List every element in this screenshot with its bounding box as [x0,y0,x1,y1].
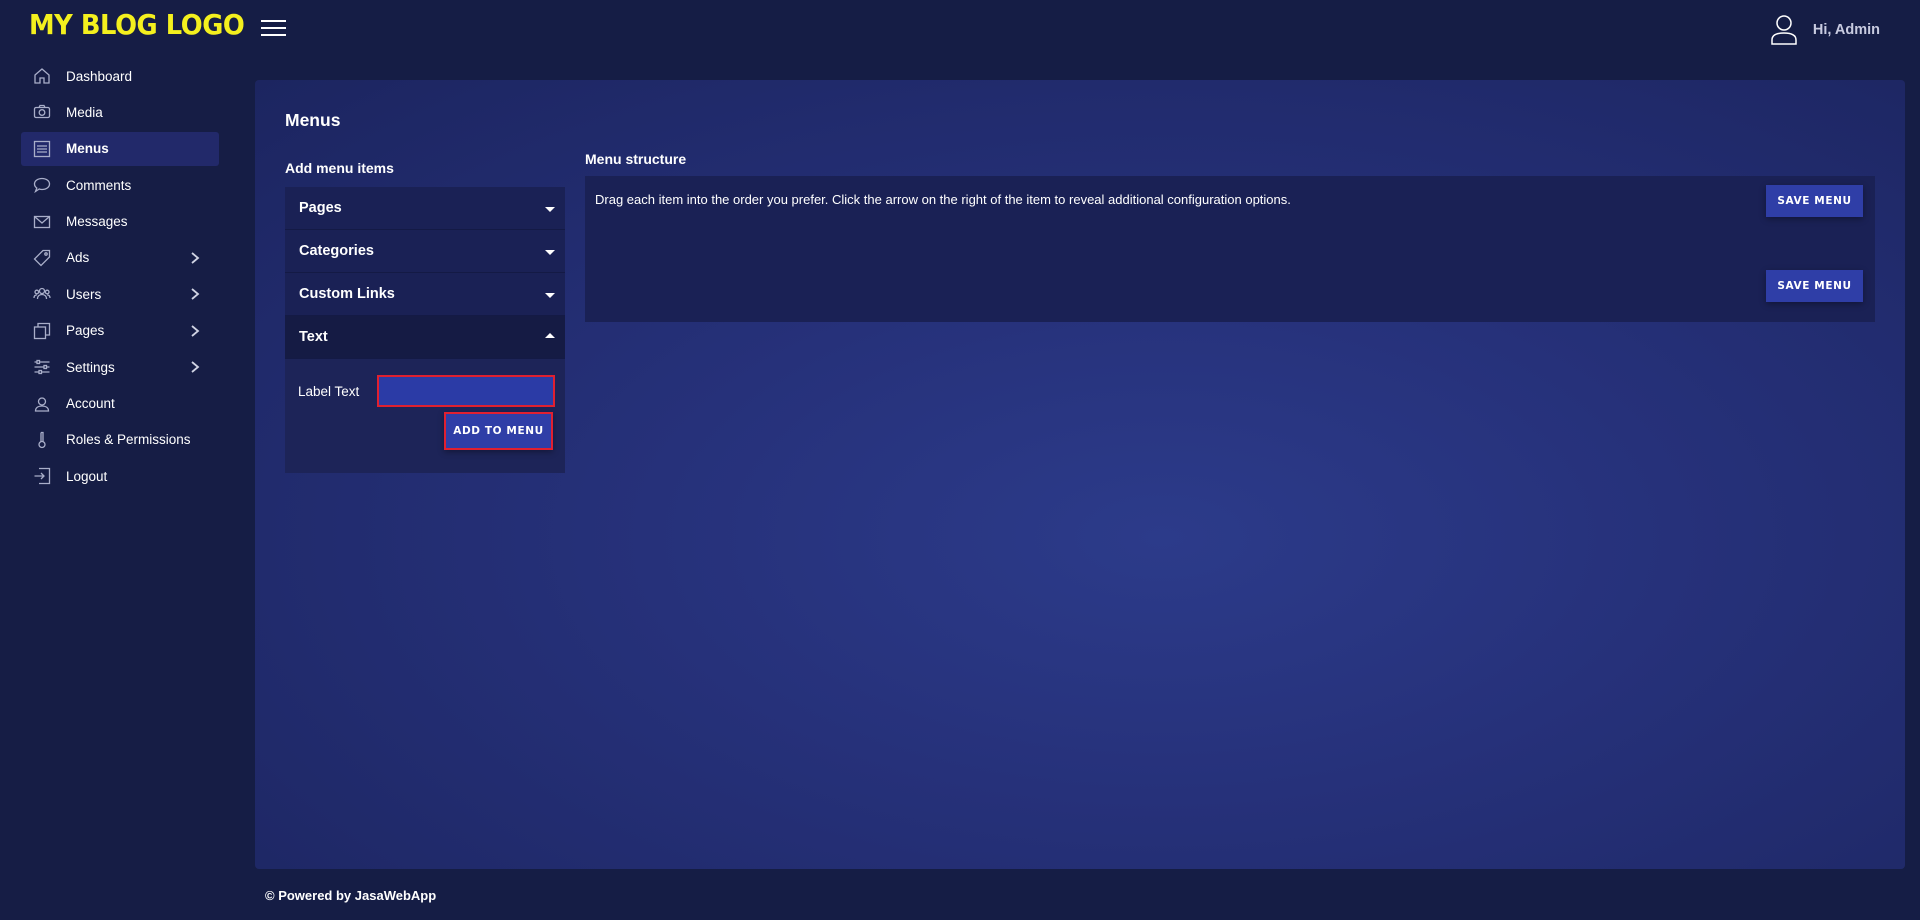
sidebar-item-label: Pages [66,323,105,339]
accordion-text[interactable]: Text [285,316,565,359]
sidebar-item-label: Ads [66,250,90,266]
accordion-label: Categories [299,243,374,259]
menu-structure-heading: Menu structure [585,151,687,167]
sidebar-item-roles-permissions[interactable]: Roles & Permissions [21,423,219,457]
hamburger-line [261,34,286,36]
sidebar-item-label: Messages [66,214,128,230]
sidebar-item-ads[interactable]: Ads [21,241,219,275]
menu-list-icon [33,140,51,158]
logout-icon [33,467,51,485]
user-avatar-icon [1771,15,1797,45]
menu-structure-panel: Drag each item into the order you prefer… [585,176,1875,322]
user-greeting: Hi, Admin [1812,22,1880,38]
save-menu-button-bottom[interactable]: SAVE MENU [1766,270,1863,302]
hamburger-menu-button[interactable] [261,20,286,36]
add-to-menu-button[interactable]: ADD TO MENU [444,412,553,450]
sidebar-item-label: Dashboard [66,68,133,84]
caret-down-icon [545,293,555,298]
home-icon [33,67,51,85]
chevron-right-icon[interactable] [189,251,201,268]
users-icon [33,285,51,303]
sidebar-item-label: Logout [66,468,108,484]
user-icon [33,395,51,413]
footer-credit: © Powered by JasaWebApp [265,888,437,903]
save-menu-button-top[interactable]: SAVE MENU [1766,185,1863,217]
sidebar-nav: Dashboard Media Menus Comments Messages [21,59,219,496]
accordion-pages[interactable]: Pages [285,187,565,230]
sidebar-item-media[interactable]: Media [21,95,219,129]
sidebar-item-settings[interactable]: Settings [21,350,219,384]
accordion-custom-links[interactable]: Custom Links [285,273,565,316]
add-menu-items-accordion: Pages Categories Custom Links Text Label… [285,187,565,473]
accordion-label: Custom Links [299,286,395,302]
sidebar-item-label: Roles & Permissions [66,432,191,448]
tag-icon [33,249,51,267]
user-menu[interactable]: Hi, Admin [1769,14,1880,46]
label-text-input[interactable] [377,375,555,407]
pages-icon [33,322,51,340]
hamburger-line [261,27,286,29]
hamburger-line [261,20,286,22]
label-text-label: Label Text [298,384,360,399]
main-content: Menus Add menu items Pages Categories Cu… [255,80,1905,869]
sidebar-item-comments[interactable]: Comments [21,168,219,202]
sliders-icon [33,358,51,376]
sidebar-item-logout[interactable]: Logout [21,459,219,493]
brand-logo[interactable]: MY BLOG LOGO [29,8,245,41]
chevron-right-icon[interactable] [189,360,201,377]
sidebar-item-users[interactable]: Users [21,277,219,311]
sidebar-item-account[interactable]: Account [21,387,219,421]
page-title: Menus [285,110,341,130]
sidebar-item-label: Media [66,104,103,120]
camera-icon [33,103,51,121]
chevron-right-icon[interactable] [189,324,201,341]
sidebar-item-label: Account [66,396,115,412]
envelope-icon [33,213,51,231]
sidebar-item-label: Users [66,286,102,302]
caret-down-icon [545,207,555,212]
caret-down-icon [545,250,555,255]
key-icon [33,431,51,449]
sidebar-item-menus[interactable]: Menus [21,131,219,166]
caret-up-icon [545,333,555,338]
accordion-categories[interactable]: Categories [285,230,565,273]
sidebar-item-label: Menus [66,141,109,157]
sidebar-item-dashboard[interactable]: Dashboard [21,59,219,93]
comment-icon [33,176,51,194]
accordion-label: Text [299,329,328,345]
menu-structure-hint: Drag each item into the order you prefer… [595,192,1291,207]
sidebar: MY BLOG LOGO Dashboard Media Menus Comme… [0,0,245,920]
sidebar-item-label: Comments [66,177,132,193]
sidebar-item-pages[interactable]: Pages [21,314,219,348]
sidebar-item-messages[interactable]: Messages [21,205,219,239]
chevron-right-icon[interactable] [189,287,201,304]
add-menu-items-heading: Add menu items [285,160,394,176]
accordion-label: Pages [299,200,342,216]
sidebar-item-label: Settings [66,359,115,375]
text-item-form: Label Text ADD TO MENU [285,359,565,473]
